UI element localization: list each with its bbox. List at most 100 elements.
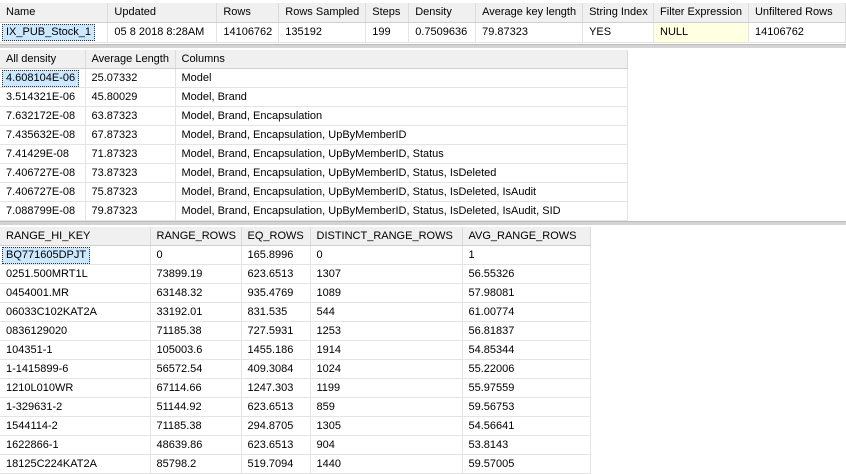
table-row[interactable]: 3.514321E-06 45.80029 Model, Brand xyxy=(0,87,628,107)
table-row[interactable]: 1210L010WR 67114.66 1247.303 1199 55.97559 xyxy=(0,378,591,398)
table-cell[interactable]: 0251.500MRT1L xyxy=(0,264,151,284)
column-header-string-index[interactable]: String Index xyxy=(582,3,655,23)
table-cell[interactable]: 859 xyxy=(310,397,463,417)
table-cell[interactable]: 1-1415899-6 xyxy=(0,359,151,379)
cell-updated[interactable]: 05 8 2018 8:28AM xyxy=(107,22,218,43)
table-cell[interactable]: 1 xyxy=(462,245,591,265)
column-header-avg-range-rows[interactable]: AVG_RANGE_ROWS xyxy=(462,227,591,246)
table-cell[interactable]: 935.4769 xyxy=(241,283,311,303)
table-cell[interactable]: 7.632172E-08 xyxy=(0,106,86,126)
table-cell[interactable]: Model, Brand, Encapsulation xyxy=(175,106,628,126)
table-cell[interactable]: 1440 xyxy=(310,454,463,474)
cell-steps[interactable]: 199 xyxy=(365,22,410,43)
cell-average-key-length[interactable]: 79.87323 xyxy=(475,22,584,43)
table-cell[interactable]: 63.87323 xyxy=(85,106,176,126)
column-header-columns[interactable]: Columns xyxy=(175,50,628,69)
table-cell[interactable]: 18125C224KAT2A xyxy=(0,454,151,474)
table-row[interactable]: 0836129020 71185.38 727.5931 1253 56.81837 xyxy=(0,321,591,341)
column-header-average-length[interactable]: Average Length xyxy=(85,50,176,69)
table-cell[interactable]: 3.514321E-06 xyxy=(0,87,86,107)
table-cell[interactable]: 06033C102KAT2A xyxy=(0,302,151,322)
table-cell[interactable]: 73899.19 xyxy=(150,264,242,284)
table-cell[interactable]: Model, Brand, Encapsulation, UpByMemberI… xyxy=(175,163,628,183)
table-cell[interactable]: 55.97559 xyxy=(462,378,591,398)
table-cell[interactable]: 165.8996 xyxy=(241,245,311,265)
table-cell[interactable]: 1253 xyxy=(310,321,463,341)
cell-density[interactable]: 0.7509636 xyxy=(408,22,477,43)
table-cell[interactable]: 1024 xyxy=(310,359,463,379)
table-cell[interactable]: 67.87323 xyxy=(85,125,176,145)
table-cell[interactable]: 623.6513 xyxy=(241,397,311,417)
table-cell[interactable]: 7.435632E-08 xyxy=(0,125,86,145)
table-cell[interactable]: BQ771605DPJT xyxy=(0,245,151,265)
table-cell[interactable]: 53.8143 xyxy=(462,435,591,455)
table-cell[interactable]: 79.87323 xyxy=(85,201,176,221)
table-cell[interactable]: 73.87323 xyxy=(85,163,176,183)
table-cell[interactable]: 105003.6 xyxy=(150,340,242,360)
column-header-rows-sampled[interactable]: Rows Sampled xyxy=(278,3,367,23)
table-row[interactable]: 1544114-2 71185.38 294.8705 1305 54.56641 xyxy=(0,416,591,436)
table-cell[interactable]: 294.8705 xyxy=(241,416,311,436)
table-cell[interactable]: 63148.32 xyxy=(150,283,242,303)
column-header-all-density[interactable]: All density xyxy=(0,50,86,69)
table-row[interactable]: 104351-1 105003.6 1455.186 1914 54.85344 xyxy=(0,340,591,360)
table-cell[interactable]: 1544114-2 xyxy=(0,416,151,436)
table-cell[interactable]: 104351-1 xyxy=(0,340,151,360)
column-header-density[interactable]: Density xyxy=(408,3,477,23)
table-cell[interactable]: 45.80029 xyxy=(85,87,176,107)
table-cell[interactable]: 51144.92 xyxy=(150,397,242,417)
table-cell[interactable]: 75.87323 xyxy=(85,182,176,202)
table-cell[interactable]: 4.608104E-06 xyxy=(0,68,86,88)
table-cell[interactable]: 67114.66 xyxy=(150,378,242,398)
cell-string-index[interactable]: YES xyxy=(582,22,655,43)
table-cell[interactable]: 56.55326 xyxy=(462,264,591,284)
table-cell[interactable]: 59.56753 xyxy=(462,397,591,417)
density-vector-grid[interactable]: All density Average Length Columns 4.608… xyxy=(0,50,628,221)
table-cell[interactable]: 7.41429E-08 xyxy=(0,144,86,164)
table-cell[interactable]: 48639.86 xyxy=(150,435,242,455)
cell-rows-sampled[interactable]: 135192 xyxy=(278,22,367,43)
table-cell[interactable]: 1305 xyxy=(310,416,463,436)
table-cell[interactable]: 0454001.MR xyxy=(0,283,151,303)
table-cell[interactable]: 727.5931 xyxy=(241,321,311,341)
grid-splitter[interactable] xyxy=(0,221,846,225)
table-row[interactable]: 06033C102KAT2A 33192.01 831.535 544 61.00774 xyxy=(0,302,591,322)
table-cell[interactable]: 7.088799E-08 xyxy=(0,201,86,221)
table-row[interactable]: 0251.500MRT1L 73899.19 623.6513 1307 56.5532… xyxy=(0,264,591,284)
table-cell[interactable]: 7.406727E-08 xyxy=(0,163,86,183)
table-cell[interactable]: 1914 xyxy=(310,340,463,360)
table-cell[interactable]: 7.406727E-08 xyxy=(0,182,86,202)
table-cell[interactable]: 0 xyxy=(150,245,242,265)
table-cell[interactable]: Model, Brand, Encapsulation, UpByMemberI… xyxy=(175,125,628,145)
table-cell[interactable]: Model, Brand, Encapsulation, UpByMemberI… xyxy=(175,182,628,202)
table-cell[interactable]: 1307 xyxy=(310,264,463,284)
table-cell[interactable]: 1622866-1 xyxy=(0,435,151,455)
table-row[interactable]: 4.608104E-06 25.07332 Model xyxy=(0,68,628,88)
table-cell[interactable]: 1199 xyxy=(310,378,463,398)
column-header-name[interactable]: Name xyxy=(0,3,109,23)
column-header-filter-expression[interactable]: Filter Expression xyxy=(653,3,749,23)
cell-unfiltered-rows[interactable]: 14106762 xyxy=(748,22,846,43)
column-header-range-hi-key[interactable]: RANGE_HI_KEY xyxy=(0,227,151,246)
table-cell[interactable]: 25.07332 xyxy=(85,68,176,88)
table-row[interactable]: BQ771605DPJT 0 165.8996 0 1 xyxy=(0,245,591,265)
stats-header-grid[interactable]: Name Updated Rows Rows Sampled Steps Den… xyxy=(0,3,846,43)
table-cell[interactable]: 1455.186 xyxy=(241,340,311,360)
table-cell[interactable]: Model, Brand, Encapsulation, UpByMemberI… xyxy=(175,144,628,164)
column-header-rows[interactable]: Rows xyxy=(216,3,280,23)
table-cell[interactable]: 56.81837 xyxy=(462,321,591,341)
table-cell[interactable]: Model, Brand xyxy=(175,87,628,107)
table-cell[interactable]: 519.7094 xyxy=(241,454,311,474)
table-cell[interactable]: 57.98081 xyxy=(462,283,591,303)
table-row[interactable]: IX_PUB_Stock_1 05 8 2018 8:28AM 14106762… xyxy=(0,22,846,43)
table-cell[interactable]: 71.87323 xyxy=(85,144,176,164)
table-row[interactable]: 7.088799E-08 79.87323 Model, Brand, Encaps… xyxy=(0,201,628,221)
table-cell[interactable]: 1089 xyxy=(310,283,463,303)
table-cell[interactable]: 54.85344 xyxy=(462,340,591,360)
table-cell[interactable]: 623.6513 xyxy=(241,435,311,455)
column-header-steps[interactable]: Steps xyxy=(365,3,410,23)
cell-filter-expression[interactable]: NULL xyxy=(653,22,749,43)
table-cell[interactable]: 56572.54 xyxy=(150,359,242,379)
table-cell[interactable]: 0 xyxy=(310,245,463,265)
table-row[interactable]: 7.41429E-08 71.87323 Model, Brand, Encapsu… xyxy=(0,144,628,164)
